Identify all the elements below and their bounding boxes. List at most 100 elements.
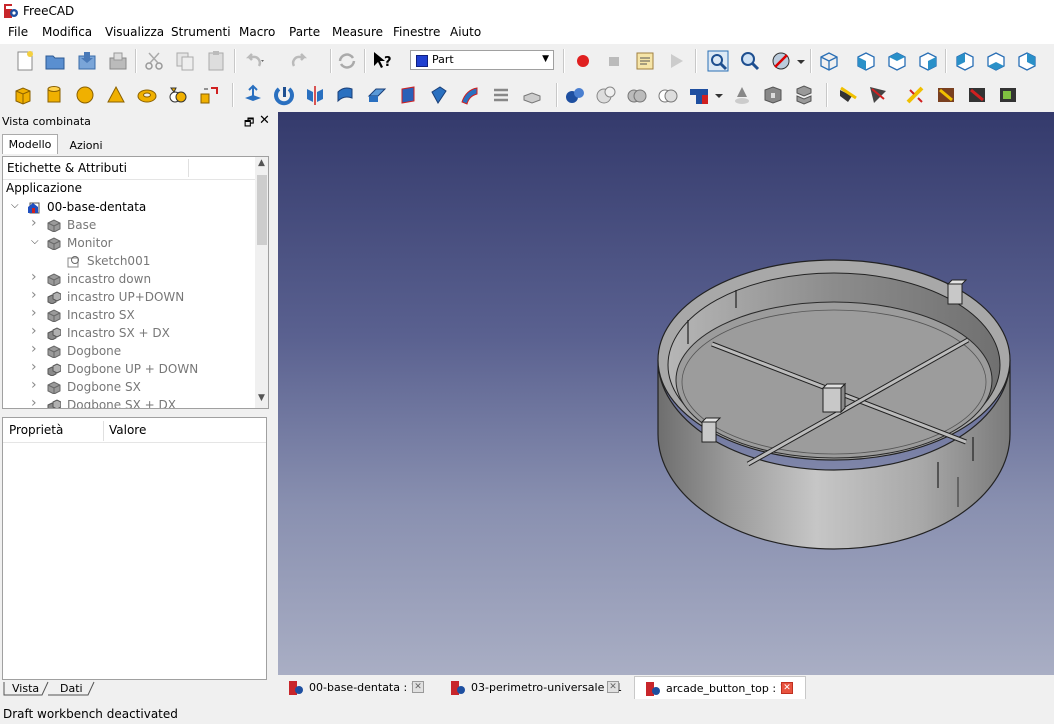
chevron-up-icon[interactable]: ▲ <box>258 158 265 168</box>
chevron-right-icon[interactable]: › <box>31 377 43 393</box>
close-icon[interactable]: ✕ <box>259 113 270 128</box>
undo-icon[interactable] <box>243 50 265 72</box>
chevron-down-icon[interactable]: ⌵ <box>31 236 43 247</box>
refresh-icon[interactable] <box>336 50 358 72</box>
view-front-icon[interactable] <box>855 50 877 72</box>
workbench-selector[interactable]: Part ▼ <box>410 50 554 70</box>
menu-finestre[interactable]: Finestre <box>393 25 440 39</box>
tab-vista[interactable]: Vista <box>12 682 39 695</box>
part-cylinder-icon[interactable] <box>43 84 65 106</box>
whats-this-icon[interactable]: ? <box>372 50 394 72</box>
measure-refresh-icon[interactable] <box>905 84 927 106</box>
part-extrude-icon[interactable] <box>242 84 264 106</box>
part-torus-icon[interactable] <box>136 84 158 106</box>
measure-angular-icon[interactable] <box>867 84 889 106</box>
macro-stop-icon[interactable] <box>603 50 625 72</box>
measure-clear-icon[interactable] <box>935 84 957 106</box>
part-fuse-icon[interactable] <box>626 84 648 106</box>
menu-parte[interactable]: Parte <box>289 25 320 39</box>
part-loft-icon[interactable] <box>459 84 481 106</box>
draw-style-icon[interactable] <box>770 50 792 72</box>
part-cut-icon[interactable] <box>595 84 617 106</box>
document-tab-00-base-dentata[interactable]: 00-base-dentata : 1 ✕ <box>278 676 436 699</box>
scrollbar-thumb[interactable] <box>257 175 267 245</box>
part-section-icon[interactable] <box>521 84 543 106</box>
part-box-icon[interactable] <box>12 84 34 106</box>
save-icon[interactable] <box>76 50 98 72</box>
save-as-icon[interactable] <box>107 50 129 72</box>
fit-selection-icon[interactable] <box>739 50 761 72</box>
document-tab-arcade-button-top[interactable]: arcade_button_top : 1 ✕ <box>634 676 806 699</box>
close-icon[interactable]: ✕ <box>412 681 424 693</box>
part-fillet-icon[interactable] <box>335 84 357 106</box>
open-folder-icon[interactable] <box>44 50 66 72</box>
part-cone-icon[interactable] <box>105 84 127 106</box>
part-explode-icon[interactable] <box>762 84 784 106</box>
tree-scrollbar[interactable]: ▲ ▼ <box>255 157 268 408</box>
chevron-right-icon[interactable]: › <box>31 305 43 321</box>
part-revolve-icon[interactable] <box>273 84 295 106</box>
part-face-icon[interactable] <box>397 84 419 106</box>
view-top-icon[interactable] <box>886 50 908 72</box>
value-column-header[interactable]: Valore <box>109 423 146 437</box>
part-primitives-icon[interactable] <box>167 84 189 106</box>
view-isometric-icon[interactable] <box>818 50 840 72</box>
part-sphere-icon[interactable] <box>74 84 96 106</box>
menu-visualizza[interactable]: Visualizza <box>105 25 164 39</box>
close-icon[interactable]: ✕ <box>607 681 619 693</box>
view-rear-icon[interactable] <box>954 50 976 72</box>
chevron-down-icon[interactable] <box>714 84 724 106</box>
part-boolean-icon[interactable] <box>564 84 586 106</box>
part-shape-builder-icon[interactable] <box>198 84 220 106</box>
close-icon[interactable]: ✕ <box>781 682 793 694</box>
macro-run-icon[interactable] <box>665 50 687 72</box>
tab-azioni[interactable]: Azioni <box>60 136 112 156</box>
chevron-right-icon[interactable]: › <box>31 359 43 375</box>
macro-record-icon[interactable] <box>572 50 594 72</box>
tab-dati[interactable]: Dati <box>60 682 83 695</box>
part-sweep-icon[interactable] <box>490 84 512 106</box>
part-ruled-surface-icon[interactable] <box>428 84 450 106</box>
chevron-down-icon[interactable]: ⌵ <box>11 200 23 211</box>
view-left-icon[interactable] <box>1016 50 1038 72</box>
redo-icon[interactable] <box>288 50 310 72</box>
part-compound-icon[interactable] <box>731 84 753 106</box>
menu-strumenti[interactable]: Strumenti <box>171 25 231 39</box>
paste-icon[interactable] <box>205 50 227 72</box>
menu-modifica[interactable]: Modifica <box>42 25 92 39</box>
part-mirror-icon[interactable] <box>304 84 326 106</box>
cut-icon[interactable] <box>143 50 165 72</box>
chevron-down-icon[interactable] <box>796 50 806 72</box>
copy-icon[interactable] <box>174 50 196 72</box>
chevron-right-icon[interactable]: › <box>31 323 43 339</box>
part-join-icon[interactable] <box>688 84 710 106</box>
menu-aiuto[interactable]: Aiuto <box>450 25 481 39</box>
chevron-right-icon[interactable]: › <box>31 215 43 231</box>
base-dentata-model[interactable] <box>278 112 1054 675</box>
chevron-right-icon[interactable]: › <box>31 287 43 303</box>
measure-linear-icon[interactable] <box>837 84 859 106</box>
part-chamfer-icon[interactable] <box>366 84 388 106</box>
chevron-right-icon[interactable]: › <box>31 395 43 408</box>
measure-toggle-all-icon[interactable] <box>966 84 988 106</box>
menu-measure[interactable]: Measure <box>332 25 383 39</box>
measure-toggle-3d-icon[interactable] <box>997 84 1019 106</box>
float-dock-icon[interactable]: 🗗 <box>244 114 254 133</box>
view-right-icon[interactable] <box>917 50 939 72</box>
model-tree[interactable]: Etichette & Attributi Applicazione ⌵ 00-b… <box>2 156 269 409</box>
part-check-geometry-icon[interactable] <box>793 84 815 106</box>
view-bottom-icon[interactable] <box>985 50 1007 72</box>
3d-viewport[interactable] <box>278 112 1054 675</box>
chevron-right-icon[interactable]: › <box>31 269 43 285</box>
menu-macro[interactable]: Macro <box>239 25 275 39</box>
part-common-icon[interactable] <box>657 84 679 106</box>
document-tab-03-perimetro-universale[interactable]: 03-perimetro-universale : 1 ✕ <box>440 676 630 699</box>
macro-edit-icon[interactable] <box>634 50 656 72</box>
menu-file[interactable]: File <box>8 25 28 39</box>
fit-all-icon[interactable] <box>707 50 729 72</box>
property-column-header[interactable]: Proprietà <box>9 423 63 437</box>
chevron-right-icon[interactable]: › <box>31 341 43 357</box>
tab-modello[interactable]: Modello <box>2 134 58 154</box>
new-document-icon[interactable] <box>14 50 36 72</box>
chevron-down-icon[interactable]: ▼ <box>258 393 265 403</box>
